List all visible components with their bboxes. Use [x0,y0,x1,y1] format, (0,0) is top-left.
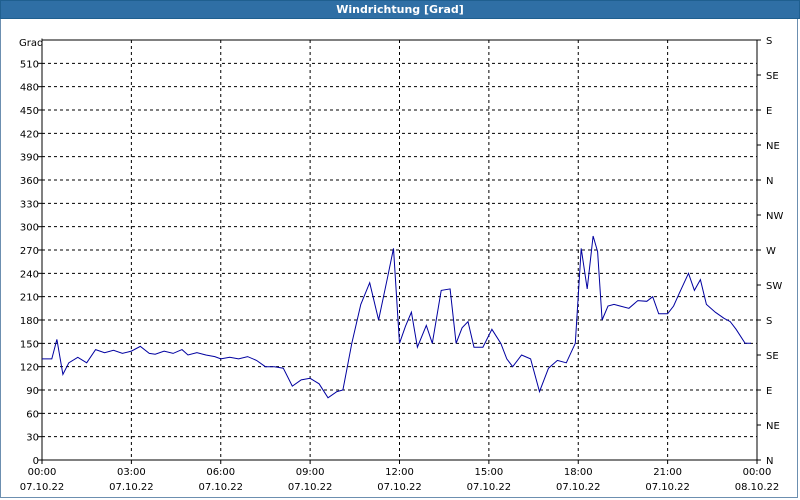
y-right-tick-label: SE [766,351,779,362]
y-right-tick-label: SW [766,281,782,292]
y-tick-label: 480 [20,83,39,94]
series-line [42,235,751,399]
y-right-tick-label: E [766,106,772,117]
y-tick-label: 180 [20,316,39,327]
x-tick-time: 15:00 [474,467,503,478]
y-right-tick-label: E [766,386,772,397]
y-right-tick-label: SE [766,71,779,82]
y-tick-label: 0 [33,456,39,467]
x-tick-time: 09:00 [296,467,325,478]
x-tick-time: 06:00 [206,467,235,478]
y-tick-label: 420 [20,129,39,140]
y-tick-label: 210 [20,293,39,304]
y-right-tick-label: N [766,176,773,187]
y-tick-label: 240 [20,269,39,280]
axis-layer: 0 30 60 90 120 150 180 210 240 270 300 330 360 390 420… [19,36,783,493]
y-right-tick-label: NE [766,421,780,432]
y-right-tick-label: NW [766,211,783,222]
y-axis-label: Grad [19,38,43,49]
chart-title-bar: Windrichtung [Grad] [0,0,800,19]
y-right-tick-label: S [766,36,772,47]
y-tick-label: 510 [20,59,39,70]
x-tick-date: 07.10.22 [20,482,65,493]
x-tick-time: 00:00 [743,467,772,478]
x-tick-date: 07.10.22 [556,482,601,493]
y-tick-label: 360 [20,176,39,187]
y-tick-label: 270 [20,246,39,257]
y-right-tick-label: NE [766,141,780,152]
x-tick-time: 21:00 [653,467,682,478]
x-tick-time: 18:00 [564,467,593,478]
y-tick-label: 30 [26,433,39,444]
x-tick-date: 07.10.22 [467,482,512,493]
x-tick-date: 07.10.22 [109,482,154,493]
x-tick-date: 07.10.22 [377,482,422,493]
x-tick-date: 07.10.22 [645,482,690,493]
y-tick-label: 390 [20,153,39,164]
y-tick-label: 60 [26,409,39,420]
y-tick-label: 450 [20,106,39,117]
y-right-tick-label: S [766,316,772,327]
y-right-tick-label: N [766,456,773,467]
x-tick-date: 08.10.22 [735,482,780,493]
y-tick-label: 300 [20,223,39,234]
x-tick-date: 07.10.22 [288,482,333,493]
y-right-tick-label: W [766,246,776,257]
y-tick-label: 330 [20,199,39,210]
series-layer [42,235,751,399]
y-tick-label: 90 [26,386,39,397]
x-tick-time: 12:00 [385,467,414,478]
x-tick-time: 00:00 [28,467,57,478]
chart-title: Windrichtung [Grad] [336,3,464,16]
y-tick-label: 150 [20,339,39,350]
wind-direction-chart: 0 30 60 90 120 150 180 210 240 270 300 330 360 390 420… [19,36,783,493]
x-tick-time: 03:00 [117,467,146,478]
grid-layer [42,40,757,460]
x-tick-date: 07.10.22 [198,482,243,493]
chart-frame: 0 30 60 90 120 150 180 210 240 270 300 330 360 390 420… [0,19,798,498]
y-tick-label: 120 [20,363,39,374]
